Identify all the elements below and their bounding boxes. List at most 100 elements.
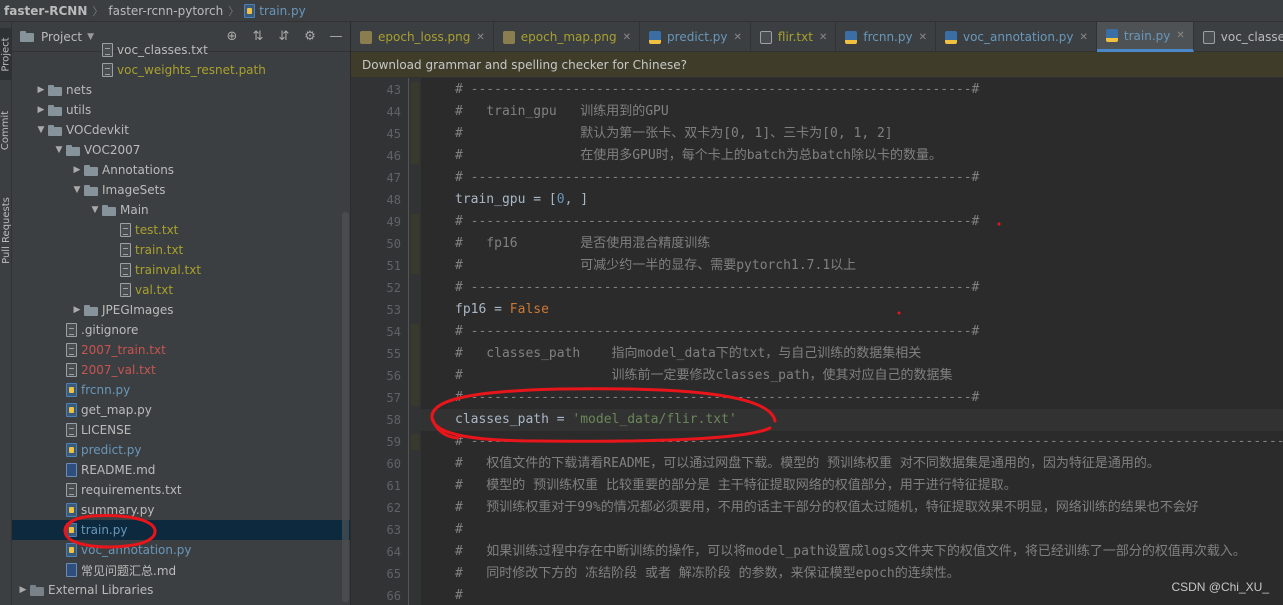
tree-item[interactable]: train.py: [12, 520, 350, 540]
code-token: , ]: [564, 192, 589, 207]
code-line[interactable]: fp16 = False: [455, 299, 549, 321]
code-line[interactable]: classes_path = 'model_data/flir.txt': [455, 409, 737, 431]
editor-tab[interactable]: voc_annotation.py ✕: [936, 22, 1097, 52]
code-line[interactable]: # --------------------------------------…: [455, 277, 979, 299]
chevron-right-icon[interactable]: ▶: [34, 105, 48, 115]
tree-item[interactable]: ▶ nets: [12, 80, 350, 100]
code-line[interactable]: # --------------------------------------…: [455, 387, 979, 409]
code-token: # 预训练权重对于99%的情况都必须要用，不用的话主干部分的权值太过随机，特征提…: [455, 500, 1199, 515]
tree-item[interactable]: train.txt: [12, 240, 350, 260]
tree-item[interactable]: frcnn.py: [12, 380, 350, 400]
code-line[interactable]: # 如果训练过程中存在中断训练的操作，可以将model_path设置成logs文…: [455, 541, 1246, 563]
code-editor[interactable]: 43 # ------------------------------------…: [351, 78, 1283, 605]
tree-item[interactable]: 2007_val.txt: [12, 360, 350, 380]
line-number: 57: [386, 391, 401, 405]
tree-item[interactable]: 常见问题汇总.md: [12, 560, 350, 580]
tree-item[interactable]: LICENSE: [12, 420, 350, 440]
code-line[interactable]: # --------------------------------------…: [455, 211, 979, 233]
python-file-icon: [244, 3, 256, 18]
project-scrollbar[interactable]: [342, 212, 349, 602]
fold-marker[interactable]: [411, 324, 419, 406]
code-line[interactable]: # 预训练权重对于99%的情况都必须要用，不用的话主干部分的权值太过随机，特征提…: [455, 497, 1199, 519]
code-line[interactable]: # 同时修改下方的 冻结阶段 或者 解冻阶段 的参数，来保证模型epoch的连续…: [455, 563, 960, 585]
code-token: # classes_path 指向model_data下的txt，与自己训练的数…: [455, 346, 922, 361]
code-line[interactable]: # fp16 是否使用混合精度训练: [455, 233, 710, 255]
tree-item[interactable]: requirements.txt: [12, 480, 350, 500]
breadcrumb-folder[interactable]: faster-rcnn-pytorch: [108, 4, 223, 18]
close-icon[interactable]: ✕: [819, 32, 827, 43]
code-line[interactable]: # --------------------------------------…: [455, 167, 979, 189]
chevron-right-icon[interactable]: ▶: [70, 165, 84, 175]
close-icon[interactable]: ✕: [623, 32, 631, 43]
line-number: 49: [386, 215, 401, 229]
breadcrumb-project[interactable]: faster-RCNN: [4, 4, 87, 18]
tree-item[interactable]: test.txt: [12, 220, 350, 240]
chevron-down-icon[interactable]: ▼: [70, 185, 84, 195]
code-token: False: [509, 302, 549, 317]
code-line[interactable]: # --------------------------------------…: [455, 79, 979, 101]
tree-item[interactable]: voc_classes.txt: [12, 40, 350, 60]
code-token: #: [455, 522, 463, 537]
chevron-right-icon[interactable]: ▶: [16, 585, 30, 595]
tree-item[interactable]: predict.py: [12, 440, 350, 460]
tree-item[interactable]: voc_annotation.py: [12, 540, 350, 560]
code-line[interactable]: # classes_path 指向model_data下的txt，与自己训练的数…: [455, 343, 921, 365]
tree-item[interactable]: 2007_train.txt: [12, 340, 350, 360]
tree-item-label: predict.py: [81, 443, 142, 457]
code-line[interactable]: # 权值文件的下载请看README，可以通过网盘下载。模型的 预训练权重 对不同…: [455, 453, 1160, 475]
tree-item[interactable]: ▼ VOCdevkit: [12, 120, 350, 140]
code-line[interactable]: # 训练前一定要修改classes_path，使其对应自己的数据集: [455, 365, 952, 387]
code-line[interactable]: # --------------------------------------…: [455, 321, 979, 343]
editor-tab[interactable]: epoch_loss.png ✕: [351, 22, 494, 52]
code-line[interactable]: # --------------------------------------…: [455, 431, 1283, 453]
fold-marker[interactable]: [411, 214, 419, 274]
code-line[interactable]: train_gpu = [0, ]: [455, 189, 588, 211]
editor-tab[interactable]: train.py ✕: [1096, 22, 1194, 52]
tree-item[interactable]: README.md: [12, 460, 350, 480]
close-icon[interactable]: ✕: [919, 32, 927, 43]
editor-tab[interactable]: flir.txt ✕: [751, 22, 837, 52]
tree-item[interactable]: ▶ Annotations: [12, 160, 350, 180]
chevron-down-icon[interactable]: ▼: [52, 145, 66, 155]
fold-marker[interactable]: [411, 434, 419, 450]
tree-item[interactable]: get_map.py: [12, 400, 350, 420]
editor-tab[interactable]: voc_classes.txt✕: [1194, 22, 1283, 52]
text-file-icon: [120, 243, 131, 257]
close-icon[interactable]: ✕: [734, 32, 742, 43]
tree-item[interactable]: ▼ ImageSets: [12, 180, 350, 200]
close-icon[interactable]: ✕: [1080, 32, 1088, 43]
tree-item[interactable]: ▶ utils: [12, 100, 350, 120]
tree-item[interactable]: ▼ VOC2007: [12, 140, 350, 160]
code-line[interactable]: # train_gpu 训练用到的GPU: [455, 101, 669, 123]
breadcrumb-separator: 〉: [228, 4, 240, 18]
code-line[interactable]: # 默认为第一张卡、双卡为[0, 1]、三卡为[0, 1, 2]: [455, 123, 893, 145]
tree-item[interactable]: ▶ External Libraries: [12, 580, 350, 600]
code-line[interactable]: # 在使用多GPU时，每个卡上的batch为总batch除以卡的数量。: [455, 145, 942, 167]
tree-item[interactable]: summary.py: [12, 500, 350, 520]
editor-tab[interactable]: frcnn.py ✕: [836, 22, 936, 52]
notification-banner[interactable]: Download grammar and spelling checker fo…: [351, 52, 1283, 78]
code-line[interactable]: # 可减少约一半的显存、需要pytorch1.7.1以上: [455, 255, 856, 277]
editor-tab[interactable]: epoch_map.png ✕: [494, 22, 641, 52]
tree-item[interactable]: ▼ Main: [12, 200, 350, 220]
code-line[interactable]: #: [455, 519, 463, 541]
fold-marker[interactable]: [411, 82, 419, 164]
chevron-right-icon[interactable]: ▶: [34, 85, 48, 95]
close-icon[interactable]: ✕: [476, 32, 484, 43]
tree-item[interactable]: .gitignore: [12, 320, 350, 340]
breadcrumb: faster-RCNN 〉 faster-rcnn-pytorch 〉 trai…: [0, 0, 1283, 22]
code-line[interactable]: # 模型的 预训练权重 比较重要的部分是 主干特征提取网络的权值部分，用于进行特…: [455, 475, 1017, 497]
tree-item[interactable]: ▶ JPEGImages: [12, 300, 350, 320]
tree-item[interactable]: val.txt: [12, 280, 350, 300]
tree-item[interactable]: trainval.txt: [12, 260, 350, 280]
code-line[interactable]: #: [455, 585, 463, 605]
text-file-icon: [66, 423, 77, 437]
close-icon[interactable]: ✕: [1176, 30, 1184, 41]
breadcrumb-file[interactable]: train.py: [244, 3, 306, 18]
tree-item[interactable]: voc_weights_resnet.path: [12, 60, 350, 80]
chevron-right-icon[interactable]: ▶: [70, 305, 84, 315]
chevron-down-icon[interactable]: ▼: [34, 125, 48, 135]
editor-tab-label: epoch_loss.png: [378, 30, 471, 44]
chevron-down-icon[interactable]: ▼: [88, 205, 102, 215]
editor-tab[interactable]: predict.py ✕: [640, 22, 751, 52]
